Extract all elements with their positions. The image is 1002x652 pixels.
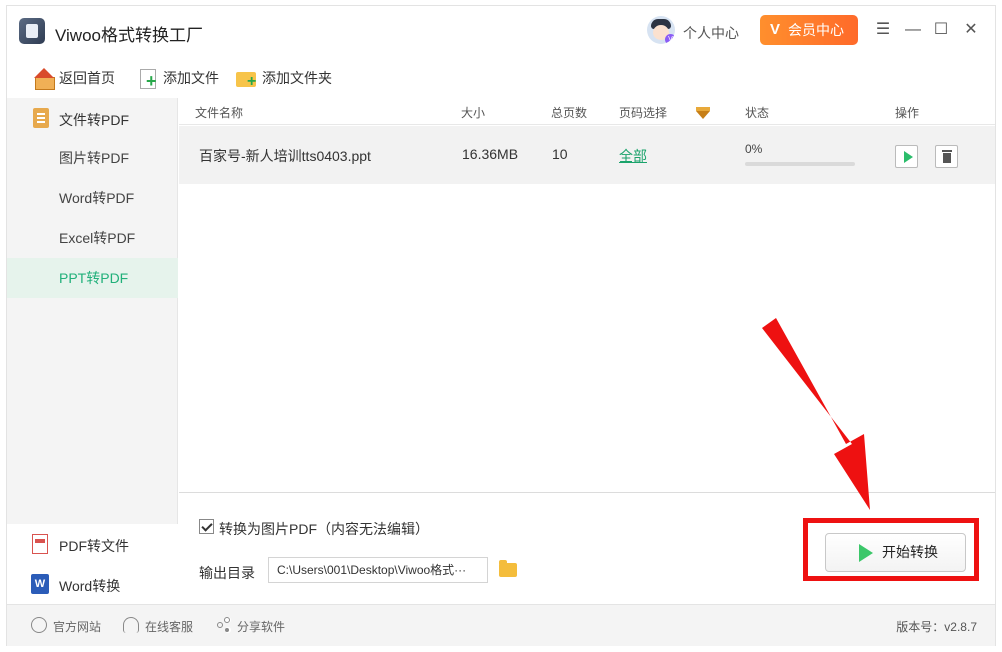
minimize-icon[interactable]: —	[903, 20, 923, 40]
start-convert-button[interactable]: 开始转换	[825, 533, 966, 572]
sidebar-item-ppt-to-pdf[interactable]: PPT转PDF	[7, 258, 178, 298]
file-size: 16.36MB	[462, 146, 519, 162]
add-file-label: 添加文件	[163, 70, 219, 86]
col-name: 文件名称	[195, 106, 244, 120]
share-label: 分享软件	[237, 620, 286, 634]
version-text: 版本号：v2.8.7	[896, 620, 977, 634]
home-button[interactable]: 返回首页	[33, 66, 115, 90]
maximize-icon[interactable]: ☐	[931, 20, 951, 40]
sidebar-item-word-convert[interactable]: W Word转换	[7, 564, 178, 604]
table-header: 文件名称 大小 总页数 页码选择 状态 操作	[179, 98, 995, 125]
support-label: 在线客服	[145, 620, 194, 634]
status-text: 0%	[745, 142, 763, 156]
col-pages: 总页数	[551, 106, 588, 120]
home-label: 返回首页	[59, 70, 115, 86]
avatar[interactable]: V	[647, 16, 675, 44]
col-page-select: 页码选择	[619, 106, 668, 120]
menu-icon[interactable]: ☰	[873, 20, 893, 40]
sidebar-item-image-to-pdf[interactable]: 图片转PDF	[7, 138, 178, 178]
app-window: Viwoo格式转换工厂 V 个人中心 V 会员中心 ☰ — ☐ ✕ 返回首页 添…	[6, 5, 996, 646]
globe-icon	[31, 617, 47, 633]
sidebar-item-label: Word转换	[59, 578, 121, 594]
share-icon	[215, 617, 231, 633]
diamond-icon	[696, 107, 710, 119]
share-link[interactable]: 分享软件	[215, 617, 286, 635]
website-link[interactable]: 官方网站	[31, 617, 102, 635]
add-file-button[interactable]: 添加文件	[137, 66, 219, 90]
word-icon: W	[31, 574, 49, 594]
sidebar-group-label: 文件转PDF	[59, 112, 129, 128]
output-path-field[interactable]: C:\Users\001\Desktop\Viwoo格式···	[268, 557, 488, 583]
options-panel: 转换为图片PDF（内容无法编辑） 输出目录 C:\Users\001\Deskt…	[179, 492, 995, 604]
vip-badge-icon: V	[665, 34, 675, 44]
page-count: 10	[552, 146, 568, 162]
add-file-icon	[137, 68, 159, 90]
open-folder-icon[interactable]	[499, 560, 517, 577]
app-title: Viwoo格式转换工厂	[55, 26, 203, 45]
sidebar-item-label: PDF转文件	[59, 538, 129, 554]
progress-bar	[745, 162, 855, 166]
image-pdf-checkbox[interactable]	[199, 519, 214, 534]
home-icon	[33, 68, 55, 90]
vip-center-button[interactable]: V 会员中心	[760, 15, 858, 45]
sidebar-item-excel-to-pdf[interactable]: Excel转PDF	[7, 218, 178, 258]
play-icon[interactable]	[895, 145, 918, 168]
col-status: 状态	[745, 106, 770, 120]
sidebar-item-pdf-to-file[interactable]: PDF转文件	[7, 524, 178, 564]
add-folder-button[interactable]: 添加文件夹	[236, 66, 332, 90]
add-folder-icon	[236, 68, 258, 90]
personal-center-link[interactable]: 个人中心	[683, 23, 739, 43]
vip-center-label: 会员中心	[788, 22, 844, 38]
document-icon	[33, 108, 49, 128]
pdf-icon	[32, 534, 48, 554]
sidebar-item-word-to-pdf[interactable]: Word转PDF	[7, 178, 178, 218]
table-row[interactable]: 百家号-新人培训tts0403.ppt 16.36MB 10 全部 0%	[179, 126, 995, 184]
sidebar: 文件转PDF 图片转PDF Word转PDF Excel转PDF PPT转PDF…	[7, 98, 178, 604]
sidebar-group-file-to-pdf[interactable]: 文件转PDF	[7, 98, 178, 138]
support-link[interactable]: 在线客服	[123, 617, 194, 635]
add-folder-label: 添加文件夹	[262, 70, 332, 86]
page-select-link[interactable]: 全部	[619, 146, 647, 166]
footer: 官方网站 在线客服 分享软件 版本号：v2.8.7	[7, 604, 995, 646]
title-bar: Viwoo格式转换工厂 V 个人中心 V 会员中心 ☰ — ☐ ✕	[7, 6, 995, 58]
file-table: 文件名称 大小 总页数 页码选择 状态 操作 百家号-新人培训tts0403.p…	[179, 98, 995, 492]
app-logo-icon	[19, 18, 45, 44]
col-actions: 操作	[895, 106, 920, 120]
toolbar: 返回首页 添加文件 添加文件夹	[7, 58, 995, 98]
headset-icon	[123, 617, 139, 633]
vip-v-icon: V	[770, 21, 781, 38]
close-icon[interactable]: ✕	[961, 20, 981, 40]
image-pdf-label[interactable]: 转换为图片PDF（内容无法编辑）	[219, 519, 429, 539]
trash-icon[interactable]	[935, 145, 958, 168]
file-name: 百家号-新人培训tts0403.ppt	[199, 148, 371, 164]
website-label: 官方网站	[53, 620, 102, 634]
col-size: 大小	[461, 106, 486, 120]
output-dir-label: 输出目录	[199, 565, 255, 581]
